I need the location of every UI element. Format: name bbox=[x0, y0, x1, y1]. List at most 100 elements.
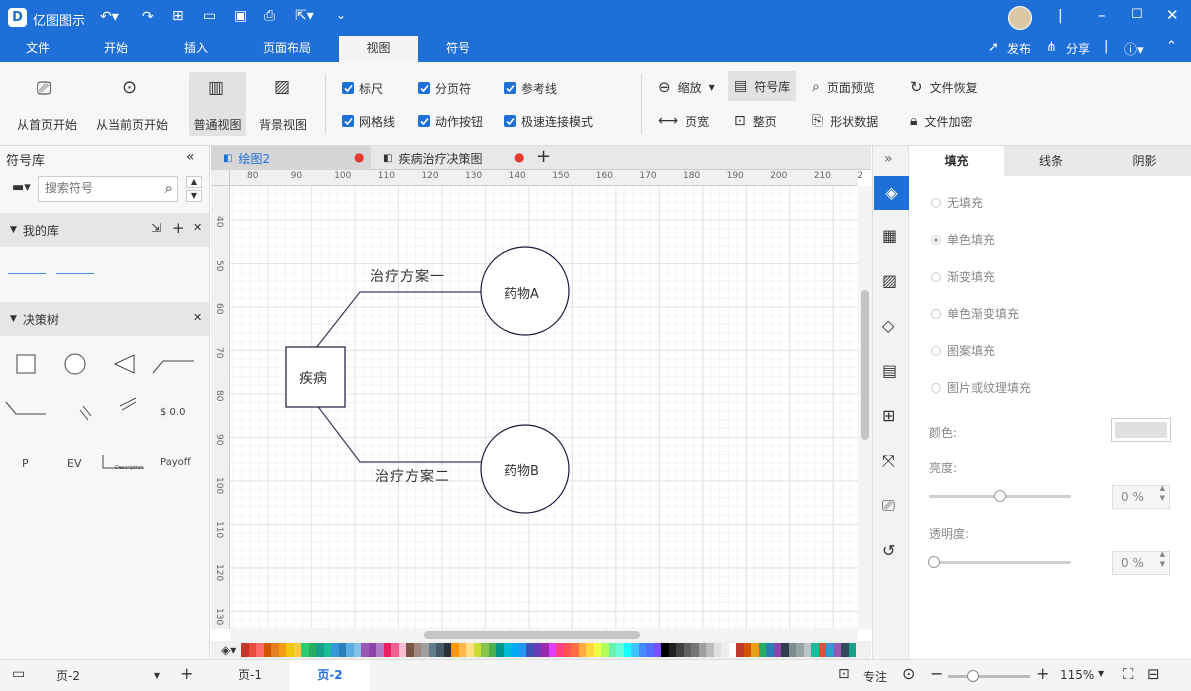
color-swatch[interactable] bbox=[736, 643, 744, 657]
color-swatch[interactable] bbox=[473, 643, 481, 657]
fit-icon[interactable]: ⤧ bbox=[882, 451, 895, 471]
search-input[interactable] bbox=[45, 177, 155, 199]
color-swatch[interactable] bbox=[833, 643, 841, 657]
color-swatch[interactable] bbox=[773, 643, 781, 657]
redo-icon[interactable]: ↷ bbox=[142, 9, 154, 25]
color-swatch[interactable] bbox=[661, 643, 669, 657]
add-page-icon[interactable]: + bbox=[180, 664, 193, 683]
parallel-lines-shape[interactable] bbox=[79, 405, 92, 421]
color-swatch[interactable] bbox=[346, 643, 354, 657]
brightness-knob[interactable] bbox=[994, 490, 1006, 502]
gradient-fill-radio[interactable]: 渐变填充 bbox=[931, 268, 995, 285]
chance-node-shape[interactable] bbox=[64, 353, 86, 375]
color-swatch[interactable] bbox=[586, 643, 594, 657]
color-swatch[interactable] bbox=[413, 643, 421, 657]
color-swatch[interactable] bbox=[398, 643, 406, 657]
library-item-line[interactable] bbox=[8, 273, 46, 274]
guide-checkbox[interactable]: 参考线 bbox=[504, 79, 557, 97]
focus-label[interactable]: 专注 bbox=[863, 668, 887, 685]
normal-view-button[interactable]: ▥ 普通视图 bbox=[189, 72, 246, 136]
ruler-checkbox[interactable]: 标尺 bbox=[342, 79, 383, 97]
color-swatch[interactable] bbox=[668, 643, 676, 657]
color-swatch[interactable] bbox=[481, 643, 489, 657]
library-menu-icon[interactable]: ▬▾ bbox=[12, 180, 31, 195]
search-box[interactable]: ⌕ bbox=[38, 176, 178, 202]
play-icon[interactable]: ⊙ bbox=[902, 664, 915, 683]
branch-shape-2[interactable] bbox=[5, 401, 46, 415]
color-swatch[interactable] bbox=[338, 643, 346, 657]
color-swatch[interactable] bbox=[653, 643, 661, 657]
color-swatch[interactable] bbox=[458, 643, 466, 657]
p-label-shape[interactable]: P bbox=[22, 457, 29, 470]
collapse-panel-icon[interactable]: « bbox=[186, 149, 195, 165]
close-section-icon[interactable]: ✕ bbox=[193, 311, 202, 324]
grid-checkbox[interactable]: 网格线 bbox=[342, 112, 395, 130]
tab-view[interactable]: 视图 bbox=[339, 36, 418, 62]
color-swatch[interactable] bbox=[848, 643, 856, 657]
color-swatch[interactable] bbox=[781, 643, 789, 657]
color-swatch[interactable] bbox=[518, 643, 526, 657]
color-swatch[interactable] bbox=[406, 643, 414, 657]
color-swatch[interactable] bbox=[713, 643, 721, 657]
color-swatch[interactable] bbox=[826, 643, 834, 657]
color-swatch[interactable] bbox=[601, 643, 609, 657]
doc-tab-active[interactable]: ◧ 绘图2 ● bbox=[211, 146, 371, 170]
tab-file[interactable]: 文件 bbox=[12, 36, 64, 62]
color-swatch[interactable] bbox=[428, 643, 436, 657]
maximize-icon[interactable]: ☐ bbox=[1131, 7, 1143, 22]
color-picker[interactable] bbox=[1111, 418, 1171, 442]
collapse-ribbon-icon[interactable]: ⌃ bbox=[1166, 39, 1177, 54]
color-swatch[interactable] bbox=[301, 643, 309, 657]
doc-tab[interactable]: ◧ 疾病治疗决策图 ● bbox=[371, 146, 531, 170]
color-swatch[interactable] bbox=[623, 643, 631, 657]
picture-fill-radio[interactable]: 图片或纹理填充 bbox=[931, 379, 1031, 396]
color-swatch[interactable] bbox=[638, 643, 646, 657]
tab-line[interactable]: 线条 bbox=[1004, 146, 1098, 176]
page-break-checkbox[interactable]: 分页符 bbox=[418, 79, 471, 97]
new-tab-icon[interactable]: + bbox=[536, 146, 551, 167]
drawing-canvas[interactable]: 疾病 治疗方案一 治疗方案二 药物A 药物B bbox=[230, 186, 858, 629]
color-swatch[interactable] bbox=[511, 643, 519, 657]
horizontal-scrollbar[interactable] bbox=[230, 629, 858, 641]
color-swatch[interactable] bbox=[391, 643, 399, 657]
color-swatch[interactable] bbox=[436, 643, 444, 657]
color-swatch[interactable] bbox=[766, 643, 774, 657]
decision-node-shape[interactable] bbox=[16, 354, 36, 374]
zoom-value[interactable]: 115% bbox=[1060, 668, 1094, 682]
color-swatch[interactable] bbox=[698, 643, 706, 657]
color-swatch[interactable] bbox=[503, 643, 511, 657]
spin-arrows-icon[interactable]: ▲ ▼ bbox=[1160, 483, 1165, 503]
color-swatch[interactable] bbox=[533, 643, 541, 657]
payoff-label-shape[interactable]: Payoff bbox=[160, 457, 191, 468]
color-swatch[interactable] bbox=[548, 643, 556, 657]
color-swatch[interactable] bbox=[361, 643, 369, 657]
color-swatch[interactable] bbox=[541, 643, 549, 657]
zoom-out-icon[interactable]: − bbox=[930, 664, 943, 683]
branch-shape[interactable] bbox=[152, 360, 194, 374]
chevron-down-icon[interactable]: ▼ bbox=[1098, 669, 1104, 678]
color-swatch[interactable] bbox=[466, 643, 474, 657]
page-tab[interactable]: 页-1 bbox=[210, 660, 290, 691]
brightness-slider[interactable] bbox=[929, 490, 1071, 502]
page-select-dropdown[interactable]: 页-2 ▼ bbox=[48, 665, 164, 687]
color-swatch[interactable] bbox=[758, 643, 766, 657]
parallel-lines-shape-2[interactable] bbox=[119, 397, 137, 411]
color-swatch[interactable] bbox=[488, 643, 496, 657]
tab-page-layout[interactable]: 页面布局 bbox=[252, 36, 322, 62]
transparency-input[interactable]: 0 % ▲ ▼ bbox=[1112, 550, 1170, 575]
transparency-knob[interactable] bbox=[928, 556, 940, 568]
color-swatch[interactable] bbox=[443, 643, 451, 657]
color-swatch[interactable] bbox=[751, 643, 759, 657]
focus-icon[interactable]: ⊡ bbox=[838, 666, 850, 682]
color-swatch[interactable] bbox=[676, 643, 684, 657]
save-icon[interactable]: ▣ bbox=[234, 8, 247, 24]
color-swatch[interactable] bbox=[376, 643, 384, 657]
zoom-knob[interactable] bbox=[967, 670, 979, 682]
value-label-shape[interactable]: $ 0.0 bbox=[160, 407, 185, 418]
end-node-shape[interactable] bbox=[113, 354, 135, 374]
color-swatch[interactable] bbox=[421, 643, 429, 657]
color-swatch[interactable] bbox=[368, 643, 376, 657]
library-item-line[interactable] bbox=[56, 273, 94, 274]
page-width-button[interactable]: ⟷ 页宽 bbox=[652, 108, 715, 134]
color-swatch[interactable] bbox=[728, 643, 736, 657]
